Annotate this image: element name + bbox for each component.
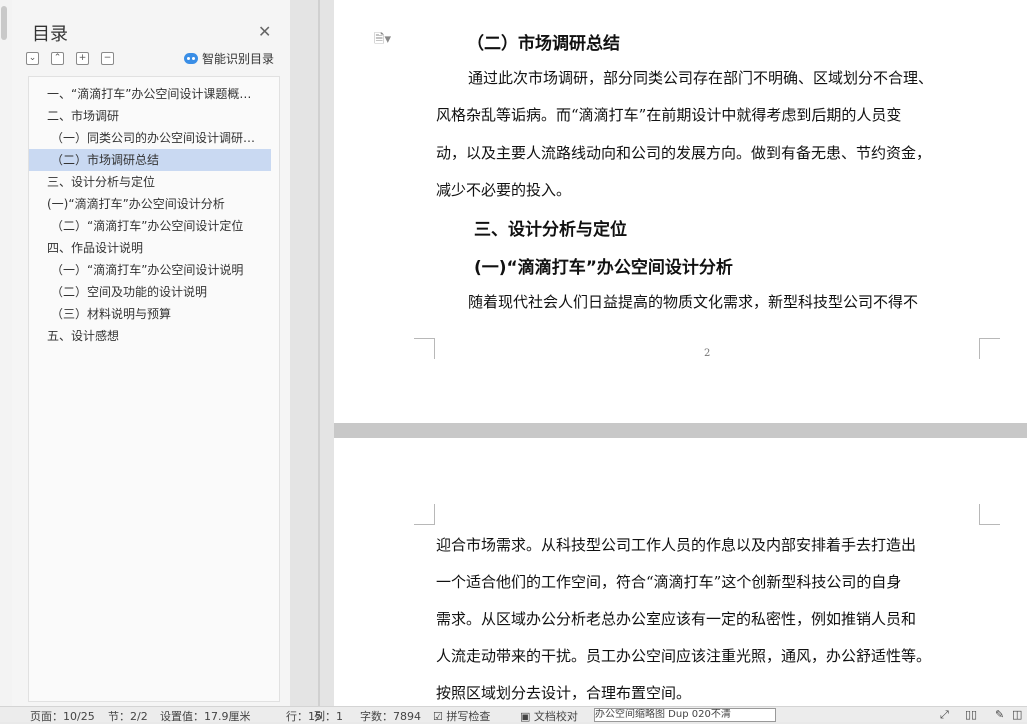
toc-item-selected[interactable]: （二）市场调研总结 xyxy=(29,149,271,171)
smart-toc-label: 智能识别目录 xyxy=(202,52,275,66)
toc-item[interactable]: （一）同类公司的办公空间设计调研… xyxy=(29,127,277,149)
doc-check-label: 文档校对 xyxy=(533,710,578,723)
toc-toolbar: ⌄ ⌃ + − xyxy=(26,52,114,65)
toc-item[interactable]: (一)“滴滴打车”办公空间设计分析 xyxy=(29,193,277,215)
smart-toc-button[interactable]: 智能识别目录 xyxy=(184,50,274,67)
status-page[interactable]: 页面：10/25 xyxy=(30,708,95,724)
status-section: 节：2/2 xyxy=(108,710,148,723)
status-col: 列：1 xyxy=(314,710,343,723)
paragraph-line: 动，以及主要人流路线动向和公司的发展方向。做到有备无患、节约资金， xyxy=(436,144,932,162)
margin-mark xyxy=(414,338,435,359)
section-heading: （二）市场调研总结 xyxy=(467,34,620,54)
paragraph-line: 一个适合他们的工作空间，符合“滴滴打车”这个创新型科技公司的自身 xyxy=(436,573,902,591)
toc-list: 一、“滴滴打车”办公空间设计课题概… 二、市场调研 （一）同类公司的办公空间设计… xyxy=(28,76,280,702)
toc-panel: 目录 ✕ ⌄ ⌃ + − 智能识别目录 一、“滴滴打车”办公空间设计课题概… 二… xyxy=(12,0,291,706)
paragraph-line: 迎合市场需求。从科技型公司工作人员的作息以及内部安排着手去打造出 xyxy=(436,536,917,554)
section-heading: (一)“滴滴打车”办公空间设计分析 xyxy=(474,258,733,278)
paragraph-line: 按照区域划分去设计，合理布置空间。 xyxy=(436,684,692,702)
paragraph-line: 人流走动带来的干扰。员工办公空间应该注重光照，通风，办公舒适性等。 xyxy=(436,647,932,665)
chapter-heading: 三、设计分析与定位 xyxy=(474,220,627,240)
toc-item[interactable]: （二）空间及功能的设计说明 xyxy=(29,281,277,303)
doc-check-button[interactable]: ▣ 文档校对 xyxy=(520,708,578,724)
page-gap xyxy=(334,423,1027,438)
collapse-icon[interactable]: ⌄ xyxy=(26,52,39,65)
page-number: 2 xyxy=(704,348,711,359)
status-bar: 页面：10/25 节：2/2 设置值：17.9厘米 行：15 列：1 字数：78… xyxy=(0,706,1027,724)
toc-item[interactable]: 三、设计分析与定位 xyxy=(29,171,277,193)
left-scroll-thumb[interactable] xyxy=(1,6,7,40)
close-icon[interactable]: ✕ xyxy=(258,22,271,41)
status-wordcount[interactable]: 字数：7894 xyxy=(360,708,421,724)
document-page-2[interactable]: 迎合市场需求。从科技型公司工作人员的作息以及内部安排着手去打造出 一个适合他们的… xyxy=(334,438,1027,706)
status-setting: 设置值：17.9厘米 xyxy=(160,710,251,723)
spellcheck-button[interactable]: ☑ 拼写检查 xyxy=(433,708,490,724)
toc-title: 目录 xyxy=(32,24,68,45)
splitter-grip[interactable] xyxy=(318,0,320,706)
toc-item[interactable]: 五、设计感想 xyxy=(29,325,277,347)
toc-item[interactable]: 二、市场调研 xyxy=(29,105,277,127)
document-menu-icon[interactable]: 🗎▾ xyxy=(374,30,391,52)
web-mode-icon[interactable]: ◫ xyxy=(1012,708,1022,721)
panel-splitter[interactable] xyxy=(290,0,334,706)
expand-icon[interactable]: ⌃ xyxy=(51,52,64,65)
paragraph-line: 随着现代社会人们日益提高的物质文化需求，新型科技型公司不得不 xyxy=(468,293,919,311)
add-icon[interactable]: + xyxy=(76,52,89,65)
margin-mark xyxy=(414,504,435,525)
paragraph-line: 风格杂乱等诟病。而“滴滴打车”在前期设计中就得考虑到后期的人员变 xyxy=(436,106,902,124)
doc-check-icon: ▣ xyxy=(520,710,531,723)
status-search-box[interactable]: 办公空间缩略图 Dup 020不清 xyxy=(594,708,776,722)
spellcheck-label: 拼写检查 xyxy=(446,710,491,723)
read-mode-icon[interactable]: ▯▯ xyxy=(965,708,977,721)
toc-item[interactable]: （三）材料说明与预算 xyxy=(29,303,277,325)
smart-toc-icon xyxy=(184,53,198,64)
edit-mode-icon[interactable]: ✎ xyxy=(995,708,1004,721)
toc-item[interactable]: 四、作品设计说明 xyxy=(29,237,277,259)
remove-icon[interactable]: − xyxy=(101,52,114,65)
toc-item[interactable]: 一、“滴滴打车”办公空间设计课题概… xyxy=(29,83,277,105)
spellcheck-icon: ☑ xyxy=(433,710,443,723)
paragraph-line: 减少不必要的投入。 xyxy=(436,181,572,199)
paragraph-line: 需求。从区域办公分析老总办公室应该有一定的私密性，例如推销人员和 xyxy=(436,610,917,628)
margin-mark xyxy=(979,338,1000,359)
fullscreen-icon[interactable]: ⤢ xyxy=(940,708,949,722)
document-page-1[interactable]: 🗎▾ （二）市场调研总结 通过此次市场调研，部分同类公司存在部门不明确、区域划分… xyxy=(334,0,1027,423)
paragraph-line: 通过此次市场调研，部分同类公司存在部门不明确、区域划分不合理、 xyxy=(468,69,934,87)
left-scroll-strip[interactable] xyxy=(0,0,12,706)
margin-mark xyxy=(979,504,1000,525)
toc-item[interactable]: （一）“滴滴打车”办公空间设计说明 xyxy=(29,259,277,281)
toc-item[interactable]: （二）“滴滴打车”办公空间设计定位 xyxy=(29,215,277,237)
